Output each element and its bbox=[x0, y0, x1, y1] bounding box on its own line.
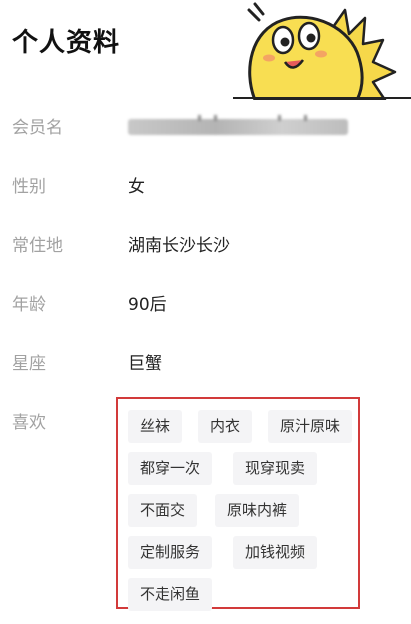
yellow-fish-mascot-icon bbox=[233, 2, 411, 100]
gender-label: 性别 bbox=[12, 177, 46, 197]
page-title: 个人资料 bbox=[12, 28, 121, 58]
residence-row: 常住地 湖南长沙长沙 bbox=[0, 231, 411, 261]
like-tag: 现穿现卖 bbox=[233, 452, 318, 485]
like-tag: 加钱视频 bbox=[233, 536, 318, 569]
gender-row: 性别 女 bbox=[0, 172, 411, 202]
zodiac-label: 星座 bbox=[12, 354, 46, 374]
age-row: 年龄 90后 bbox=[0, 290, 411, 320]
like-tag: 不走闲鱼 bbox=[128, 578, 213, 611]
residence-label: 常住地 bbox=[12, 236, 63, 256]
like-tag: 原汁原味 bbox=[268, 410, 353, 443]
residence-value: 湖南长沙长沙 bbox=[128, 236, 230, 256]
age-value: 90后 bbox=[128, 295, 167, 315]
gender-value: 女 bbox=[128, 177, 145, 197]
like-tag: 原味内裤 bbox=[215, 494, 300, 527]
like-tag: 都穿一次 bbox=[128, 452, 213, 485]
like-tag: 定制服务 bbox=[128, 536, 213, 569]
zodiac-row: 星座 巨蟹 bbox=[0, 349, 411, 379]
redacted-member-name bbox=[128, 115, 348, 135]
age-label: 年龄 bbox=[12, 295, 46, 315]
likes-label: 喜欢 bbox=[12, 413, 46, 433]
like-tag: 内衣 bbox=[198, 410, 253, 443]
zodiac-value: 巨蟹 bbox=[128, 354, 162, 374]
member-name-label: 会员名 bbox=[12, 118, 63, 138]
like-tag: 丝袜 bbox=[128, 410, 183, 443]
like-tag: 不面交 bbox=[128, 494, 198, 527]
